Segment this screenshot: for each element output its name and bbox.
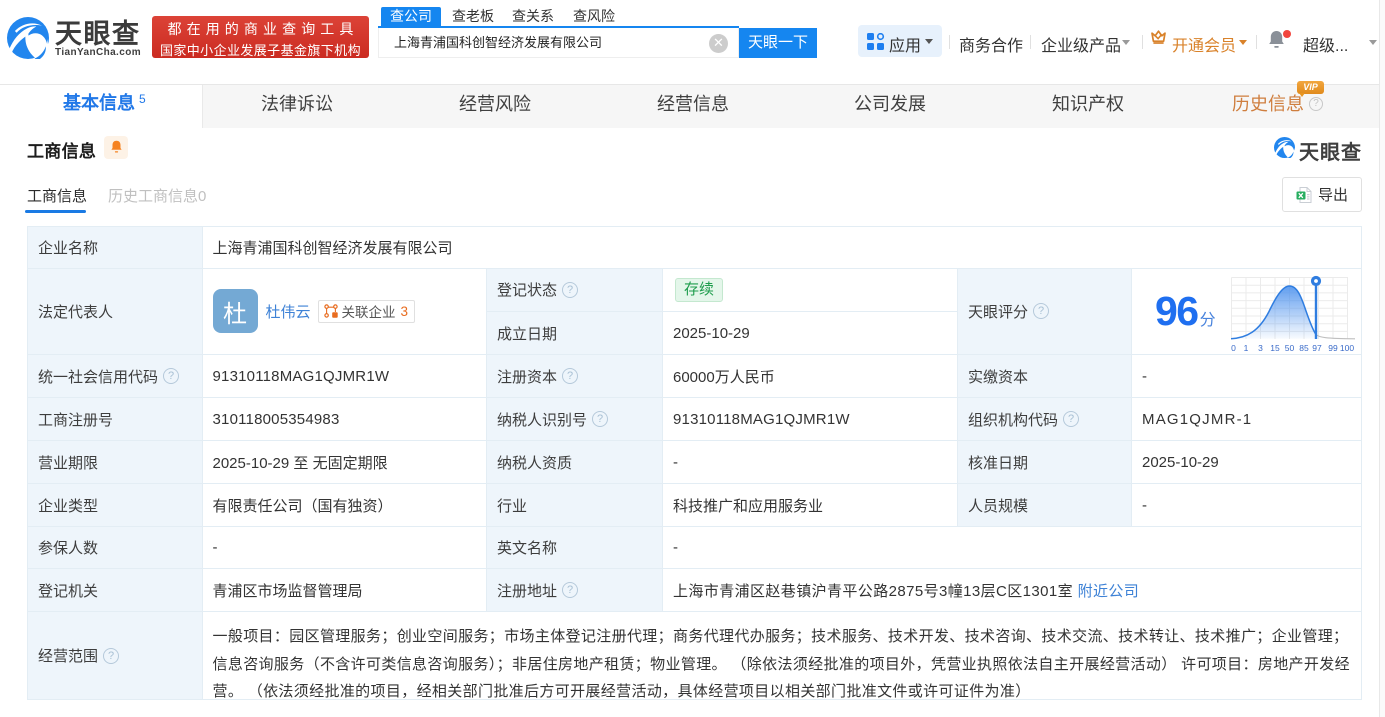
svg-text:85: 85 (1299, 343, 1309, 353)
svg-text:100: 100 (1340, 343, 1354, 353)
svg-text:3: 3 (1258, 343, 1263, 353)
svg-text:97: 97 (1312, 343, 1322, 353)
svg-text:99: 99 (1328, 343, 1338, 353)
svg-text:15: 15 (1270, 343, 1280, 353)
svg-text:50: 50 (1284, 343, 1294, 353)
svg-text:1: 1 (1243, 343, 1248, 353)
svg-text:0: 0 (1231, 343, 1236, 353)
